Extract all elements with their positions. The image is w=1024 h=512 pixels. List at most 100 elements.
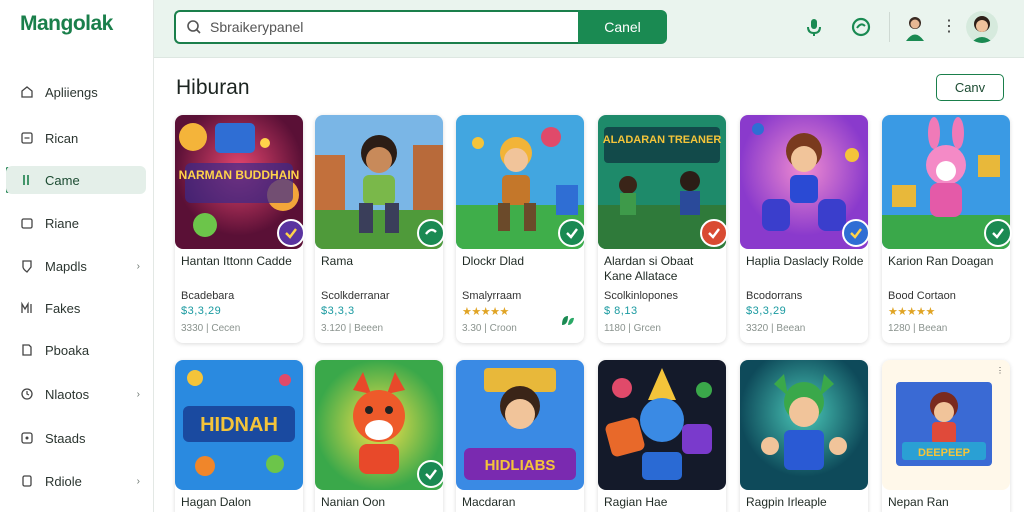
game-publisher: Bcadebara [181, 290, 235, 302]
game-rating: $3,3,29 [181, 305, 222, 317]
doc-icon [20, 473, 34, 489]
sidebar-item-pboaka[interactable]: Pboaka [6, 336, 146, 364]
game-title: Rama [321, 254, 354, 268]
game-thumbnail: HIDNAH [175, 360, 303, 490]
art-text: DEEPEEP [918, 447, 970, 459]
game-card[interactable]: Rama Scolkderranar $3,3,3 3.120 | Beeen [315, 115, 445, 343]
game-meta: 3.120 | Beeen [321, 323, 384, 334]
sidebar-item-label: Mapdls [45, 258, 87, 274]
grid-icon [20, 300, 34, 316]
game-rating: $3,3,29 [746, 305, 787, 317]
game-thumbnail: HIDLIABS [456, 360, 584, 490]
search-button[interactable]: Canel [578, 10, 667, 44]
clock-icon [20, 386, 34, 402]
sidebar-item-label: Fakes [45, 300, 81, 316]
app-logo[interactable]: Mangolak [20, 12, 113, 36]
chevron-right-icon: › [136, 388, 140, 400]
game-card[interactable]: NARMAN BUDDHAIN Hantan Ittonn Cadde Bcad… [175, 115, 305, 343]
sidebar-item-label: Apliiengs [45, 84, 98, 100]
sidebar-item-rican[interactable]: Rican [6, 124, 146, 152]
home-icon [20, 84, 34, 100]
check-icon [417, 219, 445, 247]
sidebar-item-riane[interactable]: Riane [6, 209, 146, 237]
game-card[interactable]: DEEPEEP ⋮ Nepan Ran [882, 360, 1010, 512]
art-text: ALADARAN TREANER [603, 134, 722, 146]
game-meta: 1280 | Beean [888, 323, 948, 334]
top-header: Canel ⋮ [154, 0, 1024, 58]
section-title: Hiburan [176, 76, 250, 99]
avatar[interactable] [966, 11, 998, 43]
check-icon [842, 219, 870, 247]
game-meta: 1180 | Grcen [604, 323, 661, 334]
game-meta: 3320 | Beean [746, 323, 806, 334]
sidebar-item-staads[interactable]: Staads [6, 424, 146, 452]
user-icon[interactable] [902, 13, 928, 41]
chevron-right-icon: › [136, 260, 140, 272]
sidebar-item-mapdls[interactable]: Mapdls › [6, 252, 146, 280]
game-title: Haplia Daslacly Rolde [746, 254, 864, 268]
game-publisher: Scolkderranar [321, 290, 390, 302]
game-meta: 3.30 | Croon [462, 323, 517, 334]
game-thumbnail [598, 360, 726, 490]
check-icon [558, 219, 586, 247]
game-card[interactable]: Karion Ran Doagan Bood Cortaon ★★★★★ 128… [882, 115, 1012, 343]
check-icon [417, 460, 445, 488]
game-thumbnail [740, 360, 868, 490]
game-rating: ★★★★★ [888, 306, 935, 318]
game-thumbnail: DEEPEEP [882, 360, 1010, 490]
game-card[interactable]: HIDNAH Hagan Dalon [175, 360, 303, 512]
game-title: Alardan si Obaat Kane Allatace [604, 254, 694, 283]
search-box [174, 10, 578, 44]
book-icon [20, 342, 34, 358]
game-title: Karion Ran Doagan [888, 254, 994, 268]
shield-icon [20, 258, 34, 274]
chat-icon[interactable] [849, 15, 873, 39]
canv-button[interactable]: Canv [936, 74, 1004, 101]
game-publisher: Bood Cortaon [888, 290, 956, 302]
game-card[interactable]: Ragpin Irleaple [740, 360, 868, 512]
art-text: HIDNAH [200, 414, 278, 436]
sidebar-item-label: Riane [45, 215, 79, 231]
more-options-icon[interactable]: ⋮ [996, 366, 1004, 375]
sidebar-item-fakes[interactable]: Fakes [6, 294, 146, 322]
sidebar-item-label: Came [45, 172, 80, 188]
game-title: Macdaran [462, 495, 516, 509]
check-icon [700, 219, 728, 247]
game-card[interactable]: Haplia Daslacly Rolde Bcodorrans $3,3,29… [740, 115, 870, 343]
list-icon [20, 130, 34, 146]
game-publisher: Scolkinlopones [604, 290, 678, 302]
chevron-right-icon: › [136, 475, 140, 487]
game-card[interactable]: Ragian Hae [598, 360, 726, 512]
game-card[interactable]: Dlockr Dlad Smalyrraam ★★★★★ 3.30 | Croo… [456, 115, 586, 343]
game-card[interactable]: Nanian Oon [315, 360, 445, 512]
sidebar-item-came[interactable]: Came [6, 166, 146, 194]
game-rating: $3,3,3 [321, 305, 355, 317]
mic-icon[interactable] [802, 15, 826, 39]
game-icon [20, 172, 34, 188]
game-card[interactable]: ALADARAN TREANER Alardan si Obaat Kane A… [598, 115, 728, 343]
search-icon [186, 19, 202, 40]
sidebar-item-nlaotos[interactable]: Nlaotos › [6, 380, 146, 408]
page-icon [20, 215, 34, 231]
game-publisher: Bcodorrans [746, 290, 803, 302]
game-title: Nanian Oon [321, 495, 386, 509]
game-rating: ★★★★★ [462, 306, 509, 318]
game-rating: $ 8,13 [604, 305, 638, 317]
sidebar-item-label: Rdiole [45, 473, 82, 489]
game-meta: 3330 | Cecen [181, 323, 241, 334]
sidebar-item-label: Pboaka [45, 342, 90, 358]
art-text: HIDLIABS [485, 457, 556, 474]
more-options-icon[interactable]: ⋮ [941, 16, 957, 36]
game-title: Ragpin Irleaple [746, 495, 827, 509]
art-text: NARMAN BUDDHAIN [179, 168, 300, 182]
game-card[interactable]: HIDLIABS Macdaran [456, 360, 584, 512]
sidebar-item-label: Nlaotos [45, 386, 90, 402]
sidebar-item-apliiengs[interactable]: Apliiengs [6, 78, 146, 106]
box-icon [20, 430, 34, 446]
game-title: Nepan Ran [888, 495, 949, 509]
check-icon [984, 219, 1012, 247]
sidebar-item-rdiole[interactable]: Rdiole › [6, 467, 146, 495]
game-title: Ragian Hae [604, 495, 668, 509]
header-divider [889, 12, 890, 42]
search-input[interactable] [210, 16, 570, 38]
